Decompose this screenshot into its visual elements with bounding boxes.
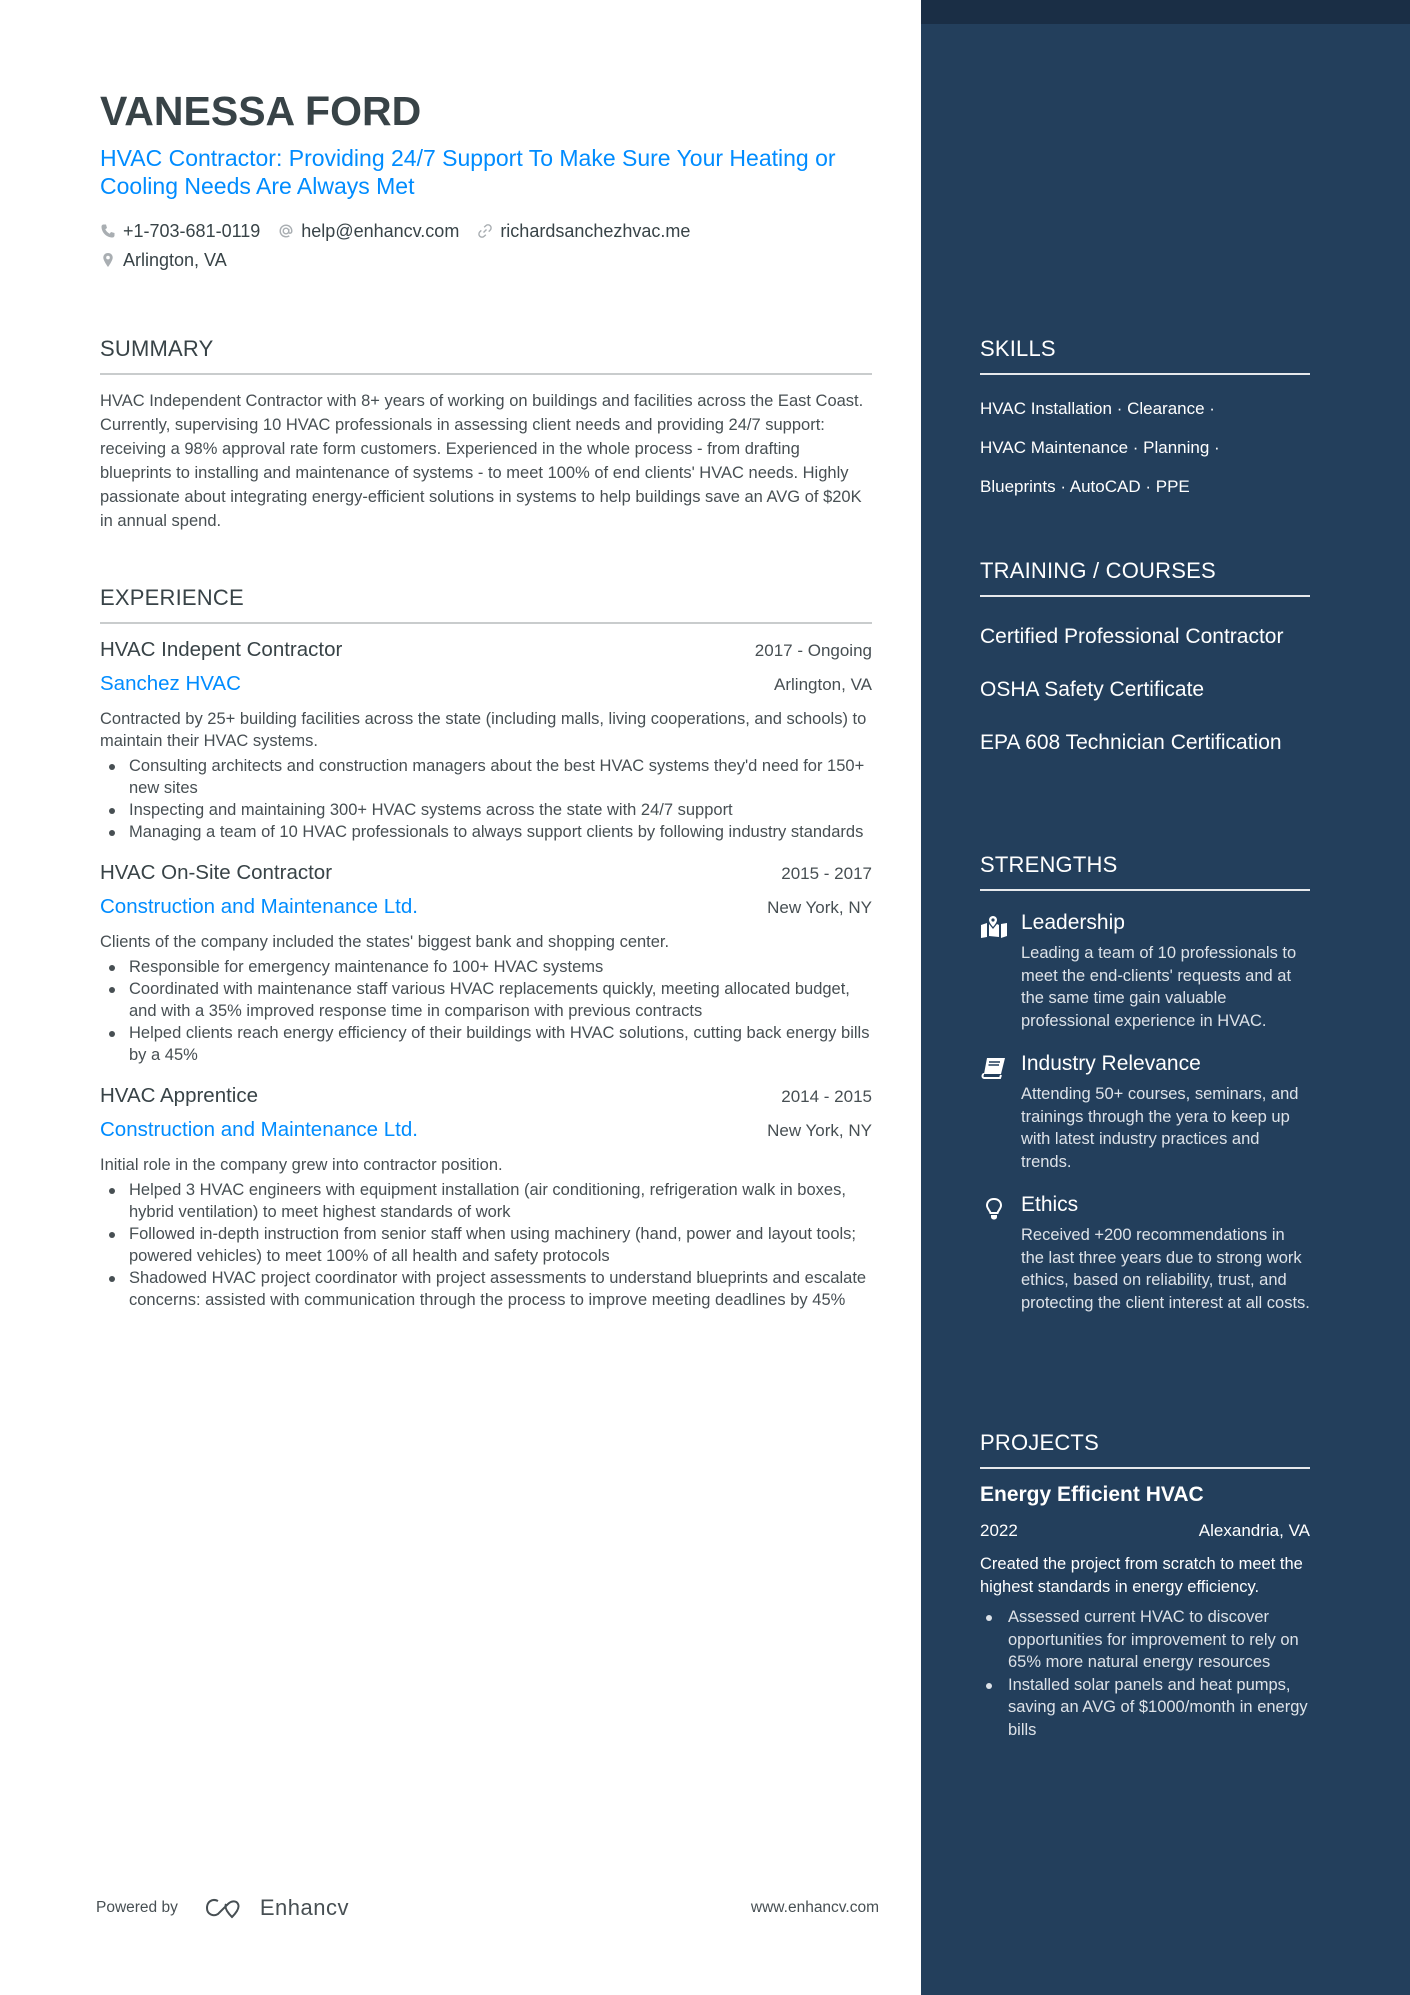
brand-name: Enhancv xyxy=(259,1895,349,1920)
at-icon xyxy=(278,223,294,239)
job-location: New York, NY xyxy=(767,898,872,917)
lightbulb-icon xyxy=(980,1197,1008,1221)
training-item: Certified Professional Contractor xyxy=(980,625,1284,648)
link-icon xyxy=(477,223,493,239)
enhancv-logo[interactable]: Enhancv xyxy=(204,1895,349,1921)
experience-section: EXPERIENCE HVAC Indepent Contractor 2017… xyxy=(100,585,872,1311)
email-value: help@enhancv.com xyxy=(301,220,460,241)
bullet-item: Consulting architects and construction m… xyxy=(100,755,872,799)
job-entry: HVAC Indepent Contractor 2017 - Ongoing … xyxy=(100,638,872,843)
bullet-item: Installed solar panels and heat pumps, s… xyxy=(980,1674,1310,1742)
skill-line: HVAC Maintenance · Planning · xyxy=(980,438,1220,457)
skills-section: SKILLS HVAC Installation · Clearance · H… xyxy=(980,336,1310,506)
headline: HVAC Contractor: Providing 24/7 Support … xyxy=(100,145,836,199)
skill-line: HVAC Installation · Clearance · xyxy=(980,399,1215,418)
powered-by: Powered by Enhancv xyxy=(96,1895,349,1921)
bullet-item: Responsible for emergency maintenance fo… xyxy=(100,956,872,978)
strength-name: Leadership xyxy=(1021,911,1125,934)
job-entry: HVAC On-Site Contractor 2015 - 2017 Cons… xyxy=(100,861,872,1066)
contact-website[interactable]: richardsanchezhvac.me xyxy=(477,221,690,242)
projects-section: PROJECTS Energy Efficient HVAC 2022 Alex… xyxy=(980,1430,1310,1741)
training-item: OSHA Safety Certificate xyxy=(980,678,1205,701)
bullet-item: Managing a team of 10 HVAC professionals… xyxy=(100,821,872,843)
strengths-section: STRENGTHS Leadership Leading a team of 1… xyxy=(980,852,1310,1314)
job-title: HVAC Indepent Contractor xyxy=(100,638,343,661)
sidebar: SKILLS HVAC Installation · Clearance · H… xyxy=(921,0,1410,1995)
section-divider xyxy=(980,595,1310,597)
powered-by-label: Powered by xyxy=(96,1899,178,1916)
footer: Powered by Enhancv www.enhancv.com xyxy=(96,1894,879,1922)
strength-description: Attending 50+ courses, seminars, and tra… xyxy=(1021,1085,1299,1171)
strengths-title: STRENGTHS xyxy=(980,852,1118,877)
location-value: Arlington, VA xyxy=(123,249,227,270)
job-entry: HVAC Apprentice 2014 - 2015 Construction… xyxy=(100,1084,872,1311)
job-description: Clients of the company included the stat… xyxy=(100,933,670,951)
summary-text: HVAC Independent Contractor with 8+ year… xyxy=(100,392,864,530)
contact-email[interactable]: help@enhancv.com xyxy=(278,221,459,242)
section-divider xyxy=(100,373,872,375)
project-location: Alexandria, VA xyxy=(1198,1521,1310,1540)
location-pin-icon xyxy=(100,252,116,268)
strength-item: Industry Relevance Attending 50+ courses… xyxy=(980,1050,1310,1173)
job-description: Contracted by 25+ building facilities ac… xyxy=(100,710,867,750)
bullet-item: Followed in-depth instruction from senio… xyxy=(100,1223,872,1267)
map-pin-icon xyxy=(980,915,1008,939)
strength-item: Ethics Received +200 recommendations in … xyxy=(980,1191,1310,1314)
project-name: Energy Efficient HVAC xyxy=(980,1483,1204,1506)
contact-info: +1-703-681-0119 help@enhancv.com richard… xyxy=(100,218,872,276)
job-dates: 2017 - Ongoing xyxy=(754,641,872,660)
footer-website-link[interactable]: www.enhancv.com xyxy=(751,1899,879,1917)
job-bullets: Responsible for emergency maintenance fo… xyxy=(100,956,872,1066)
company-name: Sanchez HVAC xyxy=(100,672,241,695)
company-name: Construction and Maintenance Ltd. xyxy=(100,1118,418,1141)
bullet-item: Coordinated with maintenance staff vario… xyxy=(100,978,872,1022)
strength-description: Leading a team of 10 professionals to me… xyxy=(1021,944,1297,1030)
contact-location: Arlington, VA xyxy=(100,250,227,271)
projects-title: PROJECTS xyxy=(980,1430,1099,1455)
training-section: TRAINING / COURSES Certified Professiona… xyxy=(980,558,1310,756)
bullet-item: Assessed current HVAC to discover opport… xyxy=(980,1606,1310,1674)
bullet-item: Shadowed HVAC project coordinator with p… xyxy=(100,1267,872,1311)
training-item: EPA 608 Technician Certification xyxy=(980,731,1282,754)
project-description: Created the project from scratch to meet… xyxy=(980,1555,1303,1596)
job-location: New York, NY xyxy=(767,1121,872,1140)
section-divider xyxy=(980,373,1310,375)
summary-section: SUMMARY HVAC Independent Contractor with… xyxy=(100,336,872,533)
project-bullets: Assessed current HVAC to discover opport… xyxy=(980,1606,1310,1741)
phone-icon xyxy=(100,223,116,239)
strength-name: Ethics xyxy=(1021,1193,1079,1216)
experience-title: EXPERIENCE xyxy=(100,585,244,610)
sidebar-top-band xyxy=(921,0,1410,24)
project-year: 2022 xyxy=(980,1521,1018,1540)
website-value: richardsanchezhvac.me xyxy=(500,220,691,241)
section-divider xyxy=(980,889,1310,891)
strength-name: Industry Relevance xyxy=(1021,1052,1201,1075)
bullet-item: Helped clients reach energy efficiency o… xyxy=(100,1022,872,1066)
skill-line: Blueprints · AutoCAD · PPE xyxy=(980,477,1190,496)
job-dates: 2015 - 2017 xyxy=(781,864,872,883)
summary-title: SUMMARY xyxy=(100,336,214,361)
job-location: Arlington, VA xyxy=(774,675,872,694)
bullet-item: Helped 3 HVAC engineers with equipment i… xyxy=(100,1179,872,1223)
strength-item: Leadership Leading a team of 10 professi… xyxy=(980,909,1310,1032)
job-description: Initial role in the company grew into co… xyxy=(100,1156,503,1174)
job-title: HVAC Apprentice xyxy=(100,1084,259,1107)
bullet-item: Inspecting and maintaining 300+ HVAC sys… xyxy=(100,799,872,821)
section-divider xyxy=(980,1467,1310,1469)
phone-value: +1-703-681-0119 xyxy=(123,220,261,241)
skills-title: SKILLS xyxy=(980,336,1056,361)
strength-description: Received +200 recommendations in the las… xyxy=(1021,1226,1310,1312)
job-dates: 2014 - 2015 xyxy=(781,1087,872,1106)
job-title: HVAC On-Site Contractor xyxy=(100,861,333,884)
candidate-name: VANESSA FORD xyxy=(100,88,422,134)
company-name: Construction and Maintenance Ltd. xyxy=(100,895,418,918)
job-bullets: Consulting architects and construction m… xyxy=(100,755,872,843)
enhancv-logo-icon xyxy=(205,1898,240,1919)
contact-phone[interactable]: +1-703-681-0119 xyxy=(100,221,260,242)
section-divider xyxy=(100,622,872,624)
training-title: TRAINING / COURSES xyxy=(980,558,1216,583)
book-icon xyxy=(980,1056,1008,1080)
job-bullets: Helped 3 HVAC engineers with equipment i… xyxy=(100,1179,872,1311)
